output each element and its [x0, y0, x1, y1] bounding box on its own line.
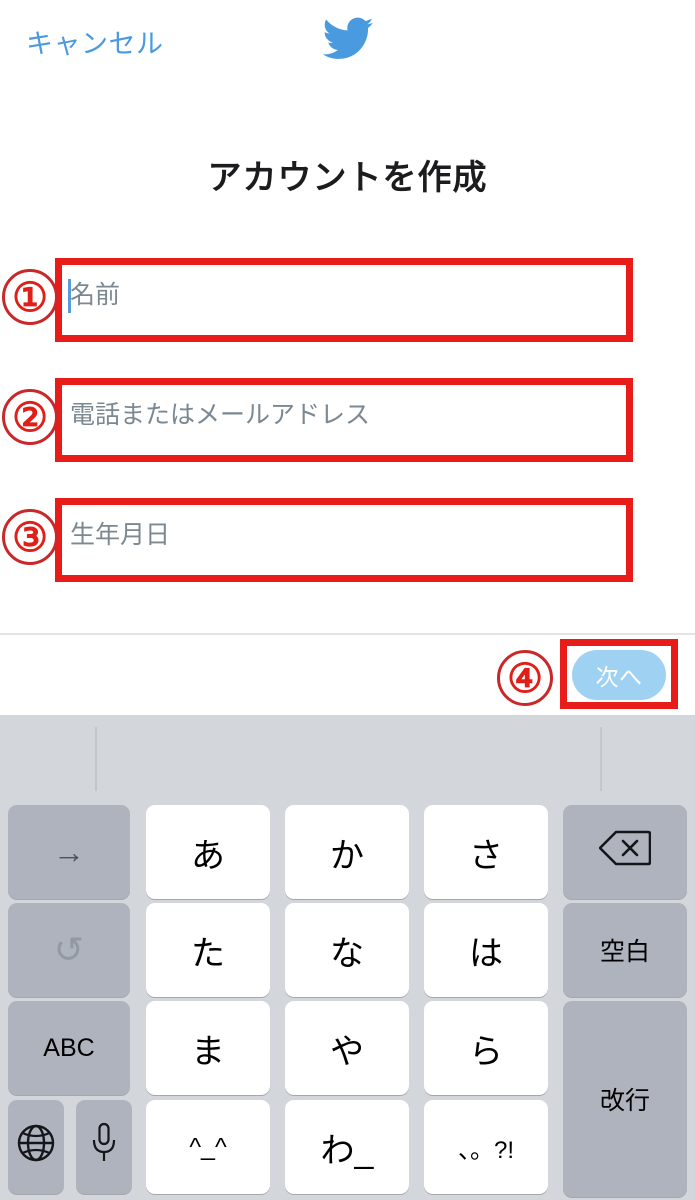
key-abc[interactable]: ABC — [8, 1001, 130, 1095]
key-ya[interactable]: や — [285, 1001, 409, 1095]
key-globe[interactable] — [8, 1100, 64, 1194]
key-ma[interactable]: ま — [146, 1001, 270, 1095]
field-underline-birthdate — [62, 577, 632, 578]
form-field-birthdate-row: ③ — [0, 495, 695, 615]
signup-form: ① ② ③ — [0, 255, 695, 615]
key-ra[interactable]: ら — [424, 1001, 548, 1095]
microphone-icon — [90, 1122, 118, 1173]
key-kaomoji[interactable]: ^_^ — [146, 1100, 270, 1194]
software-keyboard: → あ か さ ↺ た な は 空白 ABC ま や ら 改行 ^_^ わ_ 、… — [0, 715, 695, 1200]
globe-icon — [16, 1123, 56, 1172]
key-undo[interactable]: ↺ — [8, 903, 130, 997]
key-a[interactable]: あ — [146, 805, 270, 899]
key-space[interactable]: 空白 — [563, 903, 687, 997]
key-return[interactable]: 改行 — [563, 1001, 687, 1197]
form-field-name-row: ① — [0, 255, 695, 375]
navigation-bar: キャンセル — [0, 0, 695, 86]
keyboard-keys: → あ か さ ↺ た な は 空白 ABC ま や ら 改行 ^_^ わ_ 、… — [0, 803, 695, 1200]
annotation-marker-2: ② — [2, 389, 58, 445]
twitter-bird-icon — [322, 16, 374, 60]
birthdate-input[interactable] — [62, 507, 624, 563]
annotation-marker-3: ③ — [2, 509, 58, 565]
toolbar-divider-right — [600, 727, 602, 791]
form-field-phone-email-row: ② — [0, 375, 695, 495]
phone-email-input[interactable] — [62, 387, 624, 443]
key-wa[interactable]: わ_ — [285, 1100, 409, 1194]
key-na[interactable]: な — [285, 903, 409, 997]
key-ka[interactable]: か — [285, 805, 409, 899]
annotation-marker-1: ① — [2, 269, 58, 325]
name-input[interactable] — [62, 267, 624, 323]
app-screen: キャンセル アカウントを作成 ① ② — [0, 0, 695, 715]
keyboard-toolbar — [0, 715, 695, 803]
key-arrow-right[interactable]: → — [8, 805, 130, 899]
arrow-right-icon: → — [53, 833, 85, 870]
key-ha[interactable]: は — [424, 903, 548, 997]
undo-icon: ↺ — [53, 929, 85, 970]
toolbar-divider-left — [95, 727, 97, 791]
field-underline-phone-email — [62, 457, 632, 458]
key-backspace[interactable] — [563, 805, 687, 899]
next-button[interactable]: 次へ — [572, 650, 666, 700]
key-ta[interactable]: た — [146, 903, 270, 997]
key-sa[interactable]: さ — [424, 805, 548, 899]
key-dictation[interactable] — [76, 1100, 132, 1194]
field-underline-name — [62, 337, 632, 338]
page-title: アカウントを作成 — [207, 159, 488, 197]
key-punctuation[interactable]: 、。?! — [424, 1100, 548, 1194]
backspace-icon — [598, 829, 652, 876]
cancel-button[interactable]: キャンセル — [26, 22, 164, 61]
annotation-marker-4: ④ — [497, 650, 553, 706]
